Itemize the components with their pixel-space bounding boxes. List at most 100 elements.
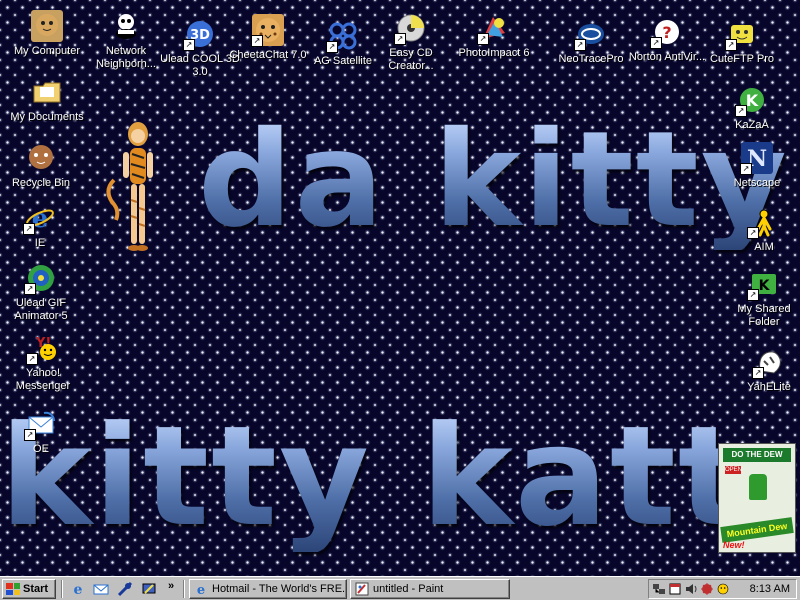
quicklaunch-internet-explorer-icon[interactable]: e	[70, 581, 86, 597]
desktop-icon-easy-cd-creator[interactable]: ↗ Easy CD Creator...	[371, 12, 451, 73]
desktop-icon-label: NeoTracePro	[558, 53, 624, 65]
quicklaunch-more-button[interactable]: »	[168, 580, 174, 592]
tiger-girl-figure	[106, 122, 153, 251]
quicklaunch-show-desktop-icon[interactable]	[141, 581, 157, 597]
task-button-hotmail[interactable]: e Hotmail - The World's FRE...	[189, 579, 347, 599]
desktop-icon-label: PhotoImpact 6	[458, 47, 530, 59]
folder-icon	[31, 76, 63, 108]
photoimpact-icon: ↗	[477, 12, 510, 45]
shortcut-arrow-icon: ↗	[574, 39, 586, 51]
desktop-icon-yahoo-messenger[interactable]: Y! ↗ Yahoo! Messenger	[3, 332, 83, 393]
desktop-icon-label: IE	[34, 237, 46, 249]
ad-banner-text: DO THE DEW	[723, 448, 791, 462]
yahoo-tray-icon[interactable]	[716, 582, 730, 596]
desktop-icon-cuteftp-pro[interactable]: ↗ CuteFTP Pro	[702, 18, 782, 66]
shortcut-arrow-icon: ↗	[24, 283, 36, 295]
cuteftp-icon: ↗	[725, 18, 758, 51]
mountain-dew-ad-image[interactable]: DO THE DEW OPEN Mountain Dew New!	[718, 443, 796, 553]
desktop-icon-netscape[interactable]: N ↗ Netscape	[717, 142, 797, 190]
paint-icon	[355, 582, 369, 596]
outlook-express-icon: ↗	[24, 408, 57, 441]
desktop-icon-label: Norton AntiVir...	[628, 51, 706, 63]
antivirus-icon[interactable]	[700, 582, 714, 596]
desktop-icon-label: CuteFTP Pro	[710, 53, 774, 65]
desktop-icon-label: Easy CD Creator...	[388, 47, 434, 72]
svg-text:K: K	[759, 278, 771, 294]
my-computer-icon	[31, 10, 63, 42]
desktop-icon-kazaa[interactable]: K ↗ KaZaA	[712, 84, 792, 132]
desktop-icon-label: My Computer	[13, 45, 81, 57]
shortcut-arrow-icon: ↗	[183, 39, 195, 51]
network-icon[interactable]	[652, 582, 666, 596]
ulead-cool-3d-icon: 3D ↗	[183, 18, 216, 51]
system-tray: 8:13 AM	[648, 579, 797, 599]
wallpaper-text-da-kitty: da kitty	[198, 103, 789, 257]
desktop-icon-label: CheetaChat 7.0	[229, 49, 307, 61]
desktop-icon-norton-antivirus[interactable]: ? ↗ Norton AntiVir...	[627, 16, 707, 64]
desktop-icon-label: My Shared Folder	[737, 303, 791, 328]
desktop-icon-label: Ulead GIF Animator 5	[14, 297, 68, 322]
desktop-icon-label: AIM	[754, 241, 774, 253]
task-label: untitled - Paint	[373, 583, 444, 595]
quicklaunch-outlook-express-icon[interactable]	[93, 581, 109, 597]
shortcut-arrow-icon: ↗	[650, 37, 662, 49]
shortcut-arrow-icon: ↗	[725, 39, 737, 51]
shared-folder-icon: K ↗	[747, 268, 780, 301]
start-button[interactable]: Start	[2, 579, 56, 599]
task-button-paint[interactable]: untitled - Paint	[350, 579, 510, 599]
desktop-icon-my-documents[interactable]: My Documents	[7, 76, 87, 124]
windows-logo-icon	[6, 583, 20, 595]
scheduler-icon[interactable]	[668, 582, 682, 596]
desktop-icon-oe[interactable]: ↗ OE	[1, 408, 81, 456]
netscape-icon: N ↗	[740, 142, 773, 175]
shortcut-arrow-icon: ↗	[477, 33, 489, 45]
shortcut-arrow-icon: ↗	[23, 223, 35, 235]
wallpaper-text-kitty-katt: kitty katt	[0, 396, 746, 557]
taskbar-separator	[61, 580, 63, 598]
volume-icon[interactable]	[684, 582, 698, 596]
shortcut-arrow-icon: ↗	[24, 429, 36, 441]
gif-animator-icon: ↗	[24, 262, 57, 295]
desktop-icon-label: Netscape	[733, 177, 781, 189]
recycle-bin-icon	[25, 142, 57, 174]
svg-text:K: K	[746, 91, 759, 110]
svg-text:e: e	[197, 583, 205, 596]
yahelite-icon: ↗	[752, 346, 785, 379]
desktop-icon-photoimpact[interactable]: ↗ PhotoImpact 6	[454, 12, 534, 60]
norton-antivirus-icon: ? ↗	[650, 16, 683, 49]
desktop-icon-network-neighborhood[interactable]: Network Neighborh...	[86, 10, 166, 71]
start-label: Start	[23, 583, 49, 595]
desktop-icon-label: Recycle Bin	[11, 177, 71, 189]
desktop[interactable]: da kitty kitty katt My Computer Network …	[0, 0, 800, 576]
satellite-icon: ↗	[326, 20, 359, 53]
desktop-icon-cheetachat[interactable]: ↗ CheetaChat 7.0	[228, 14, 308, 62]
yahoo-messenger-icon: Y! ↗	[26, 332, 59, 365]
desktop-icon-label: OE	[33, 443, 49, 455]
desktop-icon-aim[interactable]: ↗ AIM	[724, 206, 800, 254]
aim-icon: ↗	[747, 206, 780, 239]
network-neighborhood-icon	[110, 10, 142, 42]
shortcut-arrow-icon: ↗	[251, 35, 263, 47]
desktop-icon-yahelite[interactable]: ↗ YahELite	[729, 346, 800, 394]
desktop-icon-recycle-bin[interactable]: Recycle Bin	[1, 142, 81, 190]
desktop-icon-my-shared-folder[interactable]: K ↗ My Shared Folder	[724, 268, 800, 329]
desktop-icon-neotracepro[interactable]: ↗ NeoTracePro	[551, 18, 631, 66]
shortcut-arrow-icon: ↗	[735, 105, 747, 117]
neotrace-icon: ↗	[574, 18, 607, 51]
svg-text:e: e	[74, 582, 83, 597]
shortcut-arrow-icon: ↗	[326, 41, 338, 53]
desktop-icon-ulead-gif-animator[interactable]: ↗ Ulead GIF Animator 5	[1, 262, 81, 323]
desktop-icon-my-computer[interactable]: My Computer	[7, 10, 87, 58]
ad-new-badge: New!	[723, 540, 745, 550]
cheetah-icon: ↗	[251, 14, 284, 47]
svg-text:?: ?	[662, 23, 671, 42]
quicklaunch-channels-icon[interactable]	[117, 581, 133, 597]
desktop-icon-label: AG Satellite	[313, 55, 373, 67]
clock[interactable]: 8:13 AM	[750, 583, 790, 595]
desktop-icon-ie[interactable]: e ↗ IE	[0, 202, 80, 250]
shortcut-arrow-icon: ↗	[394, 33, 406, 45]
desktop-icon-label: Yahoo! Messenger	[15, 367, 71, 392]
ad-bottle-icon	[749, 474, 767, 500]
taskbar-separator	[183, 580, 185, 598]
taskbar: Start e » e Hotmail - The World's FRE...…	[0, 576, 800, 600]
